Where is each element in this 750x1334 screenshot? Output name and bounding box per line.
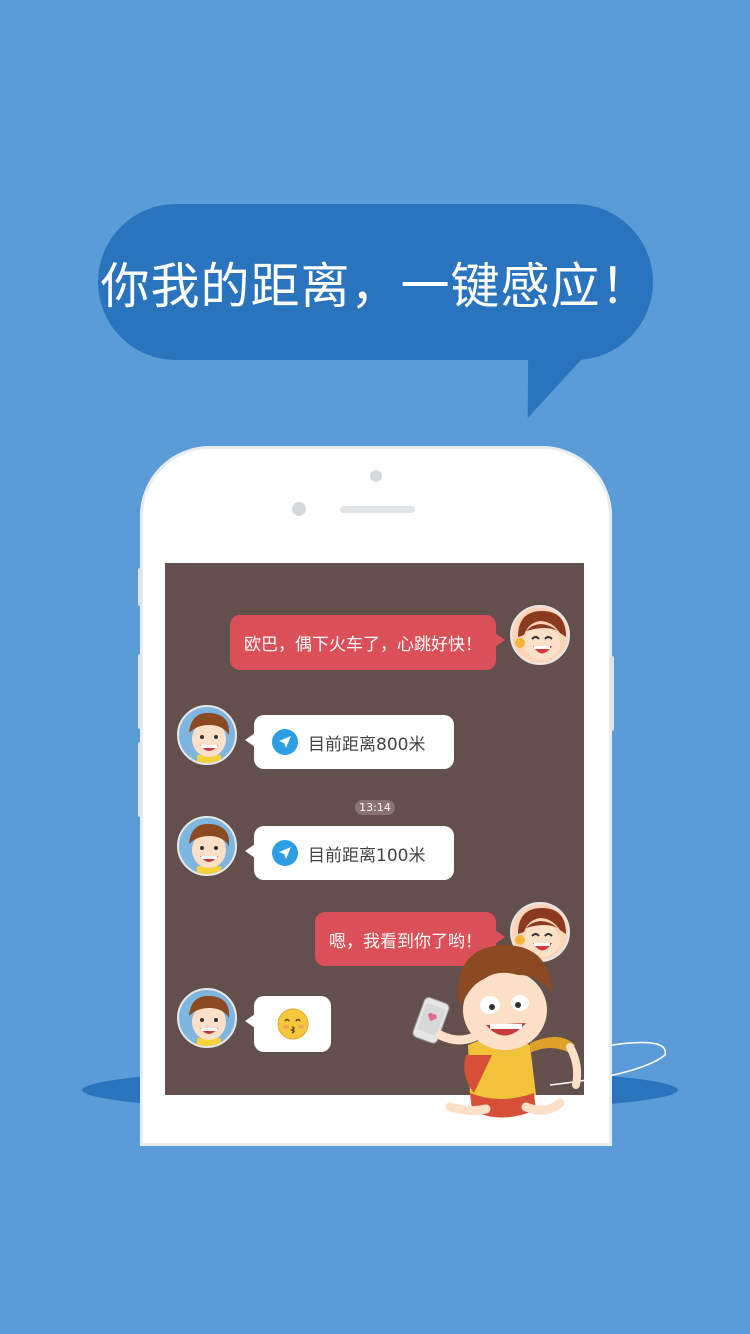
phone-speaker bbox=[340, 506, 415, 513]
chat-bubble: 欧巴，偶下火车了，心跳好快！ bbox=[230, 615, 505, 670]
phone-power-button bbox=[610, 656, 614, 731]
phone-volume-up bbox=[138, 654, 142, 729]
chat-message-text: 欧巴，偶下火车了，心跳好快！ bbox=[244, 635, 482, 655]
chat-timestamp: 13:14 bbox=[355, 800, 395, 815]
phone-front-camera bbox=[292, 502, 306, 516]
avatar-boy[interactable] bbox=[177, 988, 237, 1048]
chat-bubble-location[interactable]: 目前距离800米 bbox=[245, 715, 454, 769]
headline-text: 你我的距离，一键感应！ bbox=[100, 257, 651, 315]
avatar-girl[interactable] bbox=[510, 605, 570, 665]
girl-face-icon bbox=[515, 611, 566, 660]
location-arrow-icon bbox=[272, 729, 298, 755]
phone-mute-switch bbox=[138, 568, 142, 606]
avatar-boy[interactable] bbox=[177, 816, 237, 876]
chat-bubble-emoji[interactable] bbox=[245, 996, 331, 1052]
headline-bubble-tail bbox=[511, 340, 600, 418]
boy-face-icon bbox=[189, 995, 230, 1046]
chat-message-text: 目前距离800米 bbox=[308, 734, 426, 755]
location-arrow-icon bbox=[272, 840, 298, 866]
kissing-emoji-icon bbox=[277, 1008, 308, 1040]
boy-face-icon bbox=[189, 712, 230, 763]
boy-face-icon bbox=[189, 823, 230, 874]
chat-bubble-location[interactable]: 目前距离100米 bbox=[245, 826, 454, 880]
phone-volume-down bbox=[138, 742, 142, 817]
headline-bubble: 你我的距离，一键感应！ bbox=[98, 204, 653, 360]
avatar-boy[interactable] bbox=[177, 705, 237, 765]
phone-sensor bbox=[370, 470, 382, 482]
chat-message-text: 目前距离100米 bbox=[308, 845, 426, 866]
running-boy-illustration bbox=[412, 945, 666, 1118]
